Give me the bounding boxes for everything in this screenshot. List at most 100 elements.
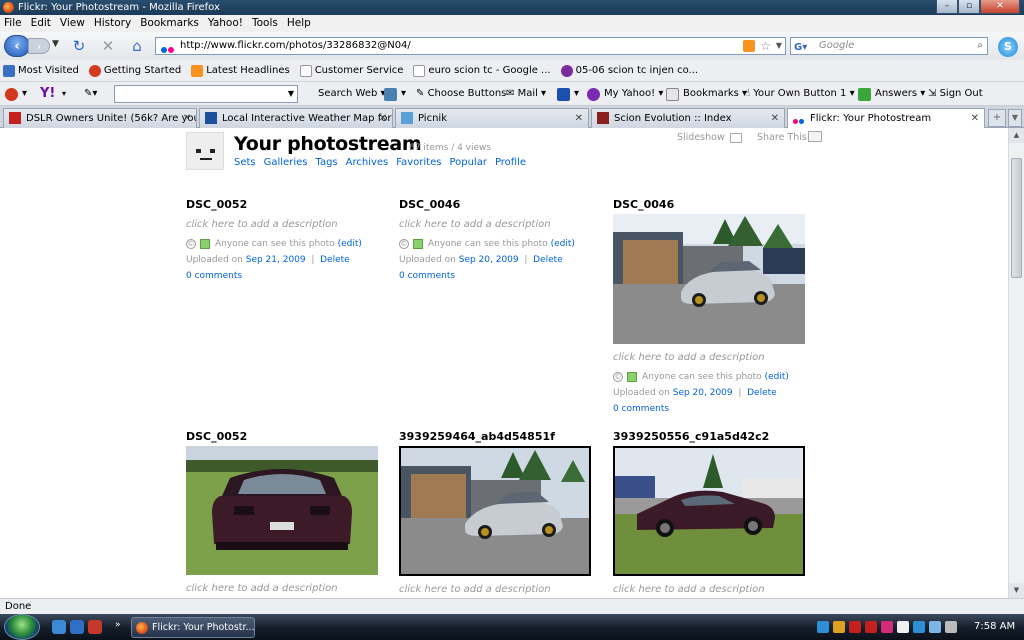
share-icon[interactable] <box>808 131 822 142</box>
scroll-up-icon[interactable]: ▲ <box>1009 128 1024 143</box>
edit-permissions-link[interactable]: (edit) <box>338 239 362 249</box>
vertical-scrollbar[interactable]: ▲ ▼ <box>1008 128 1024 598</box>
photo-title[interactable]: DSC_0046 <box>399 198 604 211</box>
your-own-button[interactable]: ☝ Your Own Button 1 ▾ <box>744 82 855 106</box>
menu-edit[interactable]: Edit <box>31 15 51 32</box>
start-button[interactable] <box>4 614 40 640</box>
taskbar-clock[interactable]: 7:58 AM <box>974 614 1015 640</box>
delete-link[interactable]: Delete <box>533 255 563 265</box>
photo-description[interactable]: click here to add a description <box>613 584 818 595</box>
rss-icon[interactable] <box>743 40 755 52</box>
bookmark-latest-headlines[interactable]: Latest Headlines <box>191 60 290 81</box>
share-this-link[interactable]: Share This <box>757 132 807 143</box>
shield-icon[interactable]: ▾ <box>384 82 406 106</box>
menu-view[interactable]: View <box>60 15 85 32</box>
tray-wifi-icon[interactable] <box>913 621 925 633</box>
tab-scion-evolution[interactable]: Scion Evolution :: Index ✕ <box>591 108 785 128</box>
comments-link[interactable]: 0 comments <box>399 271 604 281</box>
photo-thumbnail[interactable] <box>186 446 378 575</box>
upload-date-link[interactable]: Sep 20, 2009 <box>673 388 733 398</box>
upload-date-link[interactable]: Sep 20, 2009 <box>459 255 519 265</box>
tab-list-dropdown-icon[interactable]: ▼ <box>1008 109 1022 127</box>
bookmark-scion-injen[interactable]: 05-06 scion tc injen co... <box>560 60 698 81</box>
tray-alert-icon[interactable] <box>865 621 877 633</box>
reload-icon[interactable]: ↻ <box>70 37 88 55</box>
home-icon[interactable]: ⌂ <box>128 37 146 55</box>
taskbar-firefox-window[interactable]: Flickr: Your Photostr... <box>131 617 255 638</box>
photo-description[interactable]: click here to add a description <box>399 219 604 230</box>
tray-security-icon[interactable] <box>849 621 861 633</box>
back-button[interactable]: ‹ <box>4 35 30 57</box>
bookmark-most-visited[interactable]: Most Visited <box>3 60 79 81</box>
photo-title[interactable]: 3939250556_c91a5d42c2 <box>613 430 818 443</box>
tray-app-icon[interactable] <box>881 621 893 633</box>
pencil-icon[interactable]: ✎▾ <box>84 82 97 106</box>
tab-close-icon[interactable]: ✕ <box>771 109 779 128</box>
toolbar-search-dropdown-icon[interactable]: ▼ <box>288 86 294 102</box>
menu-history[interactable]: History <box>94 15 131 32</box>
nav-favorites[interactable]: Favorites <box>396 157 441 168</box>
photo-title[interactable]: DSC_0052 <box>186 198 391 211</box>
tab-flickr-photostream[interactable]: Flickr: Your Photostream ✕ <box>787 108 985 129</box>
new-tab-button[interactable]: + <box>988 109 1006 127</box>
menu-help[interactable]: Help <box>287 15 311 32</box>
tray-network-icon[interactable] <box>817 621 829 633</box>
tray-monitor-icon[interactable] <box>929 621 941 633</box>
tab-close-icon[interactable]: ✕ <box>379 109 387 128</box>
close-button[interactable]: ✕ <box>980 0 1020 14</box>
menu-file[interactable]: File <box>4 15 22 32</box>
quicklaunch-ie-icon[interactable] <box>70 620 84 634</box>
choose-buttons-button[interactable]: ✎ Choose Buttons <box>416 82 506 106</box>
yahoo-logo-icon[interactable]: Y! <box>40 82 55 106</box>
bookmark-getting-started[interactable]: Getting Started <box>88 60 181 81</box>
menu-yahoo[interactable]: Yahoo! <box>208 15 243 32</box>
maximize-button[interactable]: ▫ <box>958 0 980 14</box>
quicklaunch-media-icon[interactable] <box>52 620 66 634</box>
edit-permissions-link[interactable]: (edit) <box>551 239 575 249</box>
tab-dslr-owners[interactable]: DSLR Owners Unite! (56k? Are you ... ✕ <box>3 108 197 128</box>
photo-title[interactable]: DSC_0046 <box>613 198 818 211</box>
edit-permissions-link[interactable]: (edit) <box>765 372 789 382</box>
tray-flag-icon[interactable] <box>897 621 909 633</box>
photo-title[interactable]: 3939259464_ab4d54851f <box>399 430 604 443</box>
menu-tools[interactable]: Tools <box>252 15 278 32</box>
skype-icon[interactable]: S <box>998 37 1018 57</box>
search-box[interactable]: G▾ Google ⌕ <box>790 37 988 55</box>
bookmark-euro-scion[interactable]: euro scion tc - Google ... <box>413 60 551 81</box>
history-dropdown-icon[interactable]: ▼ <box>52 39 59 49</box>
photo-description[interactable]: click here to add a description <box>613 352 818 363</box>
quicklaunch-more-icon[interactable]: » <box>115 620 121 630</box>
photo-description[interactable]: click here to add a description <box>399 584 604 595</box>
search-web-button[interactable]: Search Web ▾ <box>318 82 386 106</box>
toolbar-search-input[interactable]: ▼ <box>114 85 298 103</box>
nav-popular[interactable]: Popular <box>449 157 487 168</box>
nav-sets[interactable]: Sets <box>234 157 256 168</box>
photo-description[interactable]: click here to add a description <box>186 583 391 594</box>
comments-link[interactable]: 0 comments <box>613 404 818 414</box>
toolbar-app-icon[interactable]: ▾ <box>5 82 27 106</box>
photo-title[interactable]: DSC_0052 <box>186 430 391 443</box>
bookmark-star-icon[interactable]: ☆ <box>760 38 771 54</box>
answers-button[interactable]: Answers ▾ <box>858 82 925 106</box>
delete-link[interactable]: Delete <box>747 388 777 398</box>
upload-date-link[interactable]: Sep 21, 2009 <box>246 255 306 265</box>
nav-profile[interactable]: Profile <box>495 157 526 168</box>
comments-link[interactable]: 0 comments <box>186 271 391 281</box>
tray-volume-icon[interactable] <box>945 621 957 633</box>
forward-button[interactable]: › <box>28 38 50 54</box>
tab-picnik[interactable]: Picnik ✕ <box>395 108 589 128</box>
quicklaunch-app-icon[interactable] <box>88 620 102 634</box>
menu-bookmarks[interactable]: Bookmarks <box>140 15 199 32</box>
url-bar[interactable]: http://www.flickr.com/photos/33286832@N0… <box>155 37 786 55</box>
plus-button[interactable]: ▾ <box>557 82 579 106</box>
tray-app-icon[interactable] <box>833 621 845 633</box>
photo-thumbnail[interactable] <box>613 214 805 344</box>
nav-galleries[interactable]: Galleries <box>264 157 308 168</box>
tab-close-icon[interactable]: ✕ <box>575 109 583 128</box>
minimize-button[interactable]: – <box>936 0 958 14</box>
scrollbar-thumb[interactable] <box>1011 158 1022 278</box>
my-yahoo-button[interactable]: My Yahoo! ▾ <box>587 82 663 106</box>
tab-close-icon[interactable]: ✕ <box>971 109 979 128</box>
scroll-down-icon[interactable]: ▼ <box>1009 583 1024 598</box>
google-icon[interactable]: G▾ <box>794 40 807 56</box>
